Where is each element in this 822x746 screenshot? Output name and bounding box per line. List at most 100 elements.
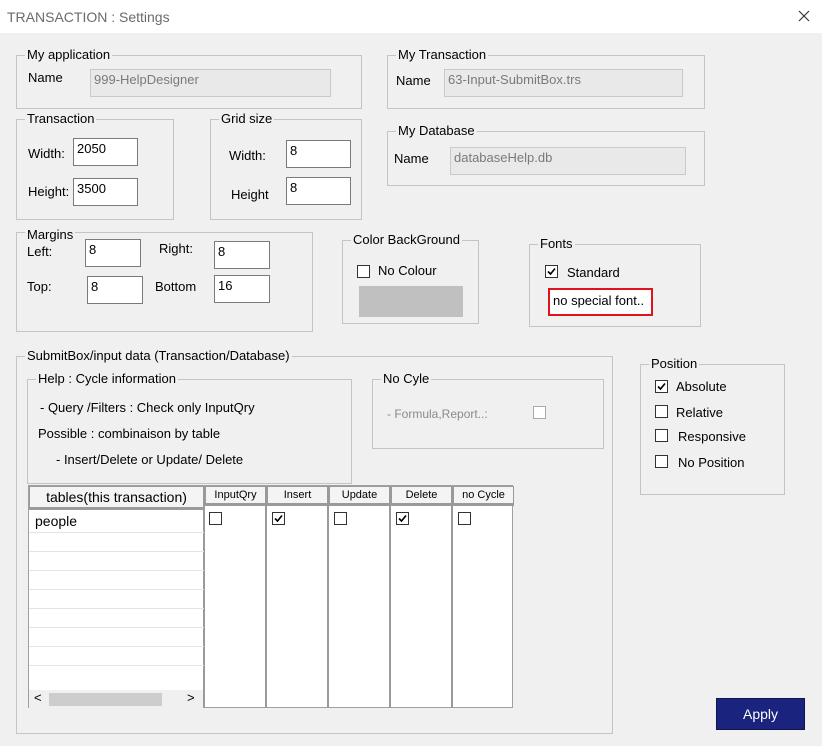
row-people-update-checkbox[interactable] [334, 512, 347, 525]
row-line [29, 570, 204, 571]
fonts-group: Fonts Standard no special font.. [529, 236, 701, 327]
tables-column-header: tables(this transaction) [29, 486, 204, 508]
my-application-legend: My application [25, 47, 113, 63]
transaction-height-input[interactable]: 3500 [73, 178, 138, 206]
help-line-2: Possible : combinaison by table [38, 426, 221, 441]
transaction-legend: Transaction [25, 111, 97, 127]
scroll-right-arrow[interactable]: > [187, 690, 195, 706]
no-colour-label: No Colour [378, 263, 437, 278]
checkmark-icon [398, 514, 407, 523]
margin-bottom-input[interactable]: 16 [214, 275, 270, 303]
horizontal-scrollbar[interactable]: < > [29, 690, 203, 708]
app-name-label: Name [28, 70, 63, 85]
row-line [29, 551, 204, 552]
column-header-label: Update [341, 489, 378, 501]
column-header-no-cycle: no Cycle [453, 486, 514, 504]
position-relative-checkbox[interactable] [655, 405, 668, 418]
no-colour-checkbox[interactable] [357, 265, 370, 278]
column-header-update: Update [329, 486, 390, 504]
formula-report-label: - Formula,Report..: [387, 407, 488, 421]
margin-left-input[interactable]: 8 [85, 239, 141, 267]
row-line [29, 627, 204, 628]
scroll-left-arrow[interactable]: < [34, 690, 42, 706]
row-people-insert-checkbox[interactable] [272, 512, 285, 525]
row-people-inputqry-checkbox[interactable] [209, 512, 222, 525]
scrollbar-thumb[interactable] [49, 693, 162, 706]
margin-top-label: Top: [27, 279, 52, 294]
row-line [29, 608, 204, 609]
grid-height-label: Height [231, 187, 269, 202]
column-header-label: no Cycle [462, 489, 505, 501]
submitbox-legend: SubmitBox/input data (Transaction/Databa… [25, 348, 292, 364]
row-people-delete-checkbox[interactable] [396, 512, 409, 525]
position-relative-label: Relative [676, 405, 723, 420]
column-header-insert: Insert [267, 486, 328, 504]
background-color-swatch[interactable] [359, 286, 463, 317]
column-header-inputqry: InputQry [205, 486, 266, 504]
my-database-legend: My Database [396, 123, 477, 139]
tables-column-header-label: tables(this transaction) [46, 489, 187, 505]
row-line [29, 665, 204, 666]
column-divider [265, 486, 267, 708]
transaction-width-label: Width: [28, 146, 65, 161]
special-font-field[interactable]: no special font.. [548, 288, 653, 316]
column-header-label: Insert [283, 489, 312, 501]
column-divider [451, 486, 453, 708]
checkmark-icon [657, 382, 666, 391]
help-group: Help : Cycle information - Query /Filter… [27, 371, 352, 484]
column-header-underline [205, 504, 514, 506]
transaction-width-input[interactable]: 2050 [73, 138, 138, 166]
formula-report-checkbox[interactable] [533, 406, 546, 419]
help-line-3: - Insert/Delete or Update/ Delete [56, 452, 244, 467]
column-header-delete: Delete [391, 486, 452, 504]
my-transaction-group: My Transaction Name 63-Input-SubmitBox.t… [387, 47, 705, 109]
tables-header-underline [29, 508, 204, 510]
row-line [29, 646, 204, 647]
margin-top-input[interactable]: 8 [87, 276, 143, 304]
no-cycle-group: No Cyle - Formula,Report..: [372, 371, 604, 449]
my-transaction-legend: My Transaction [396, 47, 489, 63]
standard-font-label: Standard [567, 265, 620, 280]
grid-size-legend: Grid size [219, 111, 275, 127]
margins-group: Margins Left: 8 Right: 8 Top: 8 Bottom 1… [16, 227, 313, 332]
no-cycle-legend: No Cyle [381, 371, 432, 387]
column-header-label: InputQry [214, 489, 257, 501]
database-name-field[interactable]: databaseHelp.db [450, 147, 686, 175]
checkmark-icon [547, 267, 556, 276]
margin-left-label: Left: [27, 244, 53, 259]
title-bar: TRANSACTION : Settings [0, 0, 822, 33]
close-icon[interactable] [796, 8, 812, 24]
grid-height-input[interactable]: 8 [286, 177, 351, 205]
column-divider [389, 486, 391, 708]
position-responsive-label: Responsive [678, 429, 746, 444]
my-database-group: My Database Name databaseHelp.db [387, 123, 705, 186]
transaction-name-field[interactable]: 63-Input-SubmitBox.trs [444, 69, 683, 97]
position-legend: Position [649, 356, 700, 372]
table-row-name[interactable]: people [35, 513, 77, 529]
standard-font-checkbox[interactable] [545, 265, 558, 278]
margin-bottom-label: Bottom [155, 279, 197, 294]
column-header-label: Delete [405, 489, 438, 501]
position-no-position-checkbox[interactable] [655, 455, 668, 468]
fonts-legend: Fonts [538, 236, 575, 252]
position-absolute-checkbox[interactable] [655, 380, 668, 393]
database-name-label: Name [394, 151, 429, 166]
window-title: TRANSACTION : Settings [7, 9, 170, 25]
row-people-no-cycle-checkbox[interactable] [458, 512, 471, 525]
apply-button[interactable]: Apply [716, 698, 805, 730]
row-line [29, 589, 204, 590]
grid-width-label: Width: [229, 148, 266, 163]
column-divider [327, 486, 329, 708]
submitbox-group: SubmitBox/input data (Transaction/Databa… [16, 348, 613, 734]
grid-size-group: Grid size Width: 8 Height 8 [210, 111, 362, 220]
grid-width-input[interactable]: 8 [286, 140, 351, 168]
help-line-1: - Query /Filters : Check only InputQry [40, 400, 255, 415]
transaction-height-label: Height: [28, 184, 70, 199]
transaction-group: Transaction Width: 2050 Height: 3500 [16, 111, 174, 220]
app-name-field[interactable]: 999-HelpDesigner [90, 69, 331, 97]
margin-right-input[interactable]: 8 [214, 241, 270, 269]
position-group: Position Absolute Relative Responsive No… [640, 356, 785, 495]
checkmark-icon [274, 514, 283, 523]
margins-legend: Margins [25, 227, 76, 243]
position-responsive-checkbox[interactable] [655, 429, 668, 442]
